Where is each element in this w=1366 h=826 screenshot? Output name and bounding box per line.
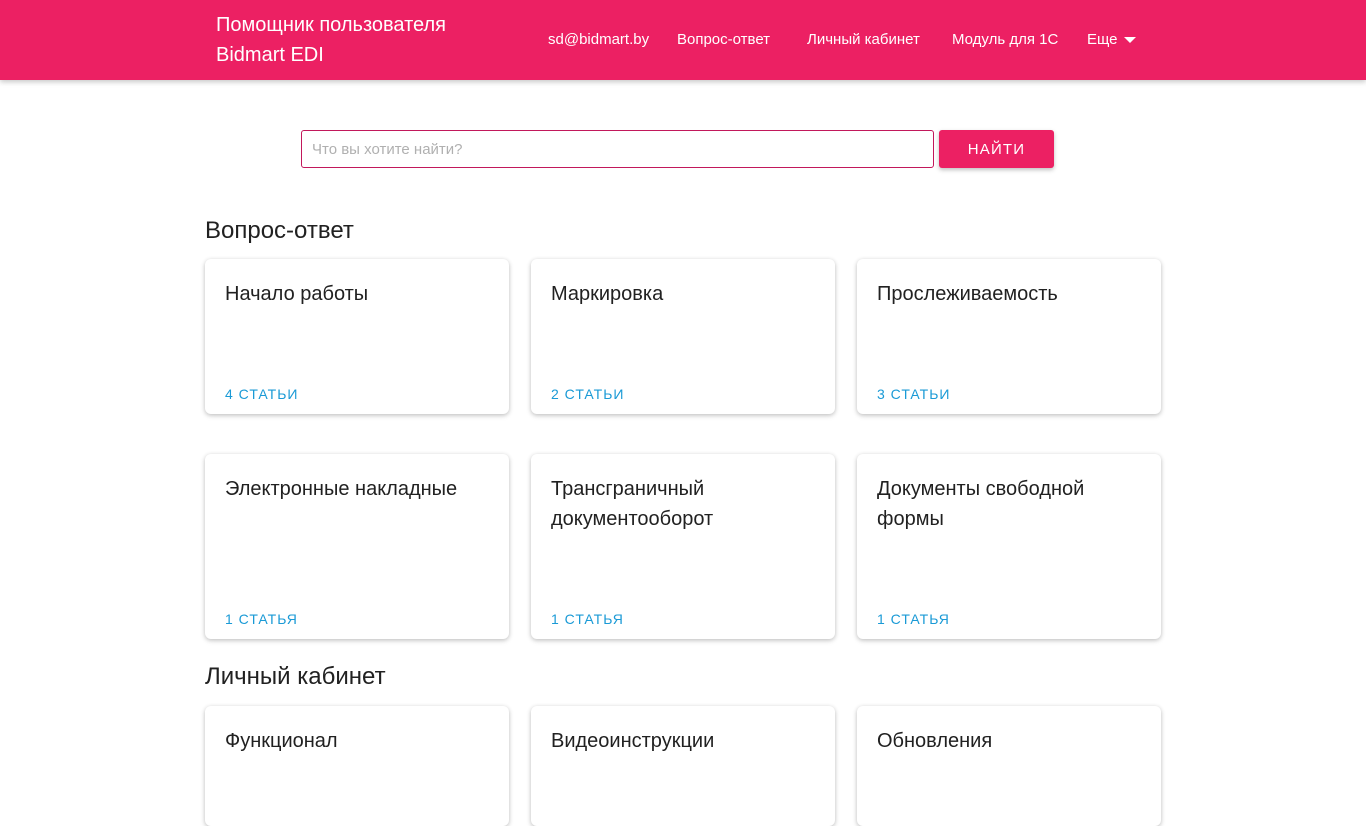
site-brand-link[interactable]: Помощник пользователя Bidmart EDI — [216, 10, 496, 70]
category-card[interactable]: Электронные накладные 1 статья — [205, 454, 509, 639]
article-count-link[interactable]: 3 статьи — [877, 386, 950, 402]
section-title-account: Личный кабинет — [205, 663, 386, 690]
category-card[interactable]: Трансграничный документооборот 1 статья — [531, 454, 835, 639]
nav-more-dropdown[interactable]: Еще — [1087, 30, 1118, 50]
search-button[interactable]: Найти — [939, 130, 1054, 168]
card-title: Видеоинструкции — [551, 730, 715, 752]
top-app-bar: Помощник пользователя Bidmart EDI sd@bid… — [0, 0, 1366, 80]
caret-down-icon[interactable] — [1124, 37, 1136, 43]
category-card[interactable]: Видеоинструкции — [531, 706, 835, 826]
nav-module-1c-link[interactable]: Модуль для 1С — [952, 30, 1058, 50]
category-card[interactable]: Документы свободной формы 1 статья — [857, 454, 1161, 639]
search-input[interactable] — [301, 130, 934, 168]
category-card[interactable]: Начало работы 4 статьи — [205, 259, 509, 414]
section-title-faq: Вопрос-ответ — [205, 217, 354, 244]
category-card[interactable]: Прослеживаемость 3 статьи — [857, 259, 1161, 414]
card-title: Маркировка — [551, 283, 664, 305]
card-title: Электронные накладные — [225, 478, 458, 500]
article-count-link[interactable]: 1 статья — [551, 611, 624, 627]
nav-email-link[interactable]: sd@bidmart.by — [548, 30, 649, 50]
article-count-link[interactable]: 1 статья — [225, 611, 298, 627]
card-title: Прослеживаемость — [877, 283, 1058, 305]
category-card[interactable]: Маркировка 2 статьи — [531, 259, 835, 414]
card-title: Функционал — [225, 730, 338, 752]
article-count-link[interactable]: 1 статья — [877, 611, 950, 627]
category-card[interactable]: Обновления — [857, 706, 1161, 826]
article-count-link[interactable]: 4 статьи — [225, 386, 298, 402]
card-title: Обновления — [877, 730, 993, 752]
category-card[interactable]: Функционал — [205, 706, 509, 826]
card-title: Начало работы — [225, 283, 369, 305]
nav-faq-link[interactable]: Вопрос-ответ — [677, 30, 770, 50]
article-count-link[interactable]: 2 статьи — [551, 386, 624, 402]
card-title: Трансграничный документооборот — [551, 478, 714, 530]
card-title: Документы свободной формы — [877, 478, 1085, 530]
nav-account-link[interactable]: Личный кабинет — [807, 30, 920, 50]
